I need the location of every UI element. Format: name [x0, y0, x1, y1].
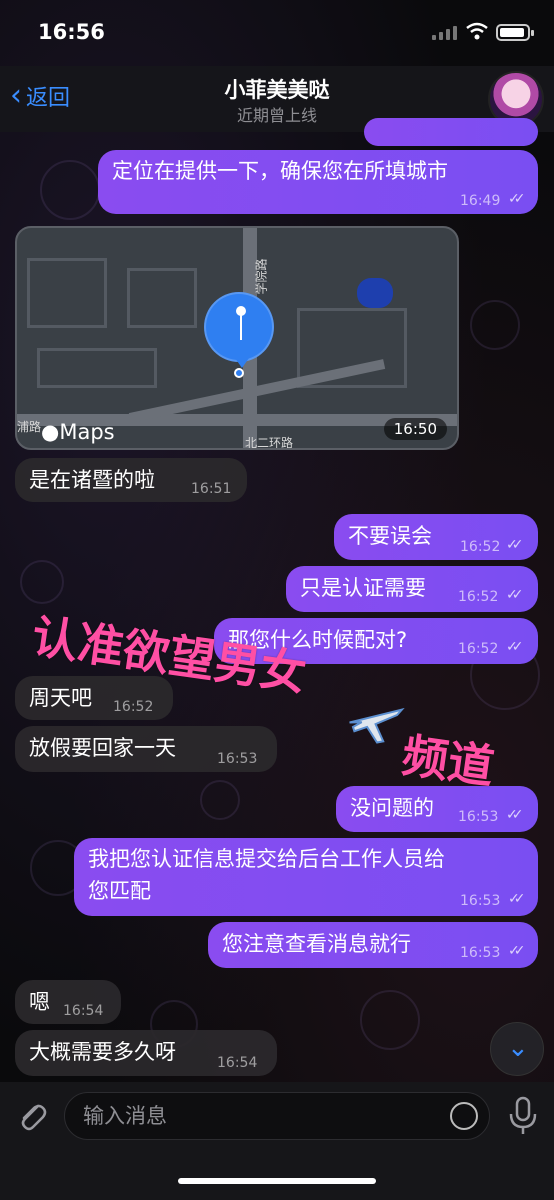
message-time: 16:49 — [460, 193, 501, 209]
chevron-down-icon: ⌄ — [507, 1033, 529, 1063]
message-time: 16:54 — [63, 1003, 104, 1019]
map-building — [127, 268, 197, 328]
message-text-line: 我把您认证信息提交给后台工作人员给 — [88, 847, 445, 871]
message-input[interactable]: 输入消息 — [64, 1092, 490, 1140]
message-text-line: 您匹配 — [88, 879, 151, 903]
message-bubble-clipped — [364, 118, 538, 146]
message-time: 16:52 — [460, 539, 501, 555]
message-text: 放假要回家一天 — [29, 736, 176, 760]
airplane-icon — [349, 707, 405, 744]
message-time: 16:52 — [458, 641, 499, 657]
message-bubble-outgoing[interactable]: 您注意查看消息就行 16:53 ✓✓ — [208, 922, 538, 968]
chat-title[interactable]: 小菲美美哒 — [0, 74, 554, 104]
message-bubble-outgoing[interactable]: 不要误会 16:52 ✓✓ — [334, 514, 538, 560]
message-text: 大概需要多久呀 — [29, 1040, 176, 1064]
wifi-icon — [466, 22, 488, 40]
paperclip-icon[interactable] — [16, 1098, 48, 1134]
message-time: 16:51 — [191, 481, 232, 497]
battery-icon — [496, 24, 534, 41]
map-street-label: 学院路 — [254, 258, 269, 295]
message-time: 16:53 — [458, 809, 499, 825]
message-text: 您注意查看消息就行 — [222, 932, 411, 956]
map-water — [357, 278, 393, 308]
message-text: 没问题的 — [350, 796, 434, 820]
double-check-icon: ✓✓ — [506, 807, 524, 823]
message-text: 不要误会 — [348, 524, 432, 548]
map-building — [37, 348, 157, 388]
message-bubble-outgoing[interactable]: 只是认证需要 16:52 ✓✓ — [286, 566, 538, 612]
maps-logo: ●Maps — [41, 420, 115, 444]
message-text: 定位在提供一下，确保您在所填城市 — [112, 159, 448, 183]
message-time: 16:52 — [113, 699, 154, 715]
message-text: 只是认证需要 — [300, 576, 426, 600]
message-bubble-incoming[interactable]: 周天吧 16:52 — [15, 676, 173, 720]
home-indicator — [178, 1178, 376, 1184]
apple-logo-icon: ● — [41, 420, 60, 444]
message-time: 16:52 — [458, 589, 499, 605]
message-bubble-incoming[interactable]: 嗯 16:54 — [15, 980, 121, 1024]
message-bubble-outgoing[interactable]: 定位在提供一下，确保您在所填城市 16:49 ✓✓ — [98, 150, 538, 214]
status-bar: 16:56 — [0, 0, 554, 66]
doodle — [40, 160, 100, 220]
message-time: 16:53 — [460, 893, 501, 909]
message-bubble-incoming[interactable]: 大概需要多久呀 16:54 — [15, 1030, 277, 1076]
maps-brand-label: Maps — [59, 420, 115, 444]
map-time: 16:50 — [383, 418, 447, 440]
double-check-icon: ✓✓ — [508, 943, 526, 959]
microphone-icon[interactable] — [506, 1096, 540, 1136]
message-input-bar: 输入消息 — [0, 1082, 554, 1200]
message-time: 16:53 — [460, 945, 501, 961]
map-street-label: 北二环路 — [245, 436, 294, 450]
signal-icon — [432, 26, 457, 40]
message-bubble-outgoing[interactable]: 我把您认证信息提交给后台工作人员给 您匹配 16:53 ✓✓ — [74, 838, 538, 916]
scroll-to-bottom-button[interactable]: ⌄ — [490, 1022, 544, 1076]
doodle — [20, 560, 64, 604]
doodle — [360, 990, 420, 1050]
message-bubble-outgoing[interactable]: 没问题的 16:53 ✓✓ — [336, 786, 538, 832]
map-street-label: 浦路 — [17, 420, 42, 434]
map-building — [27, 258, 107, 328]
location-dot — [234, 368, 244, 378]
status-time: 16:56 — [38, 20, 105, 44]
sticker-icon[interactable] — [450, 1102, 478, 1130]
overlay-watermark-text: 频道 — [398, 728, 498, 795]
message-text: 嗯 — [29, 990, 50, 1014]
double-check-icon: ✓✓ — [508, 891, 526, 907]
doodle — [470, 300, 520, 350]
doodle — [200, 780, 240, 820]
double-check-icon: ✓✓ — [506, 639, 524, 655]
location-pin-icon — [204, 292, 274, 368]
message-text: 周天吧 — [29, 686, 92, 710]
message-text: 是在诸暨的啦 — [29, 468, 155, 492]
location-map[interactable]: 学院路 北二环路 浦路 ●Maps 16:50 — [15, 226, 459, 450]
double-check-icon: ✓✓ — [508, 191, 526, 207]
double-check-icon: ✓✓ — [506, 587, 524, 603]
message-bubble-incoming[interactable]: 是在诸暨的啦 16:51 — [15, 458, 247, 502]
double-check-icon: ✓✓ — [506, 537, 524, 553]
message-bubble-incoming[interactable]: 放假要回家一天 16:53 — [15, 726, 277, 772]
message-time: 16:54 — [217, 1055, 258, 1071]
message-time: 16:53 — [217, 751, 258, 767]
